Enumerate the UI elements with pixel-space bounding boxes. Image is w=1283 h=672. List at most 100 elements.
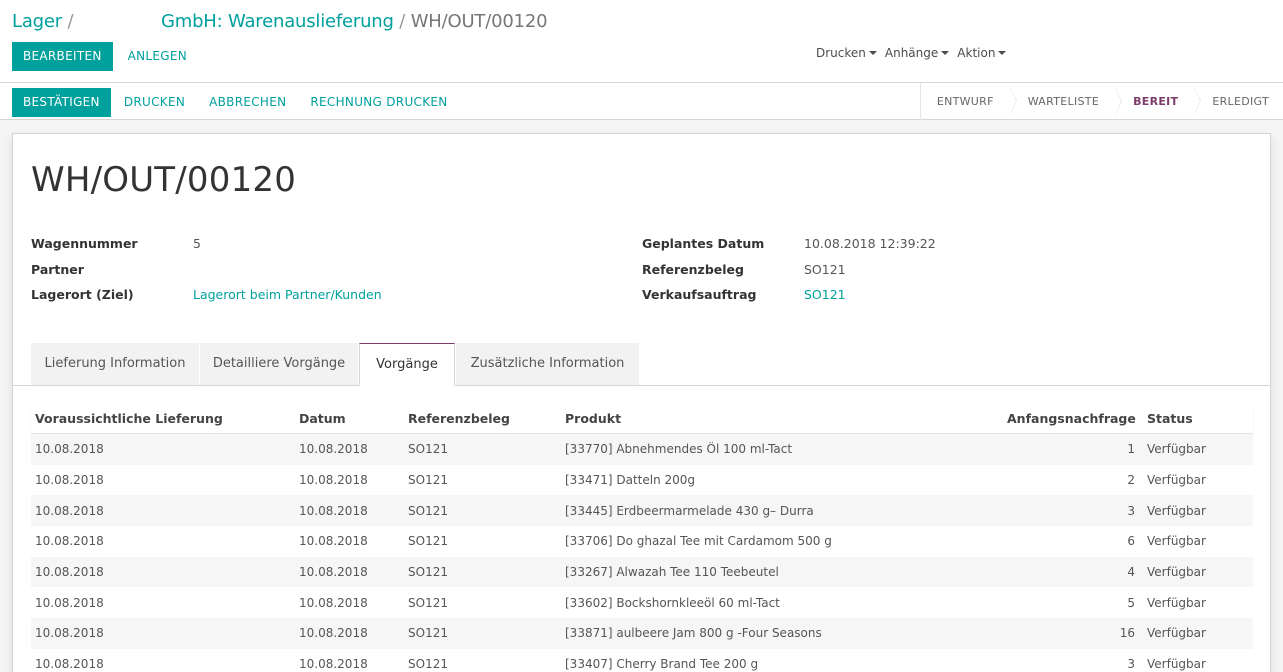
print-button[interactable]: DRUCKEN — [113, 88, 196, 117]
stage-entwurf[interactable]: ENTWURF — [921, 83, 1017, 120]
field-label: Wagennummer — [31, 236, 138, 251]
table-cell: [33706] Do ghazal Tee mit Cardamom 500 g — [565, 534, 832, 549]
status-stages: ENTWURF WARTELISTE BEREIT ERLEDIGT — [919, 83, 1283, 120]
table-cell: SO121 — [408, 565, 448, 580]
table-cell: 10.08.2018 — [35, 503, 104, 518]
field-row: Partner — [31, 262, 382, 288]
breadcrumb-current: WH/OUT/00120 — [410, 11, 548, 32]
table-row[interactable]: 10.08.2018 10.08.2018 SO121 [33407] Cherry … — [31, 649, 1253, 672]
column-header[interactable]: Produkt — [561, 411, 1007, 426]
table-cell: [33445] Erdbeermarmelade 430 g– Durra — [565, 503, 814, 518]
breadcrumb-separator: / — [399, 11, 406, 32]
edit-button[interactable]: BEARBEITEN — [12, 42, 113, 71]
table-cell: [33471] Datteln 200g — [565, 473, 696, 488]
attachments-dropdown[interactable]: Anhänge — [885, 46, 950, 60]
table-cell: 10.08.2018 — [299, 595, 368, 610]
fields-right: Geplantes Datum 10.08.2018 12:39:22 Refe… — [642, 236, 936, 313]
action-dropdown-label: Aktion — [957, 46, 996, 60]
table-cell: SO121 — [408, 503, 448, 518]
field-value-geplantes-datum: 10.08.2018 12:39:22 — [804, 236, 936, 251]
tab-zusaetzliche-information[interactable]: Zusätzliche Information — [456, 343, 639, 385]
table-cell: Verfügbar — [1147, 657, 1206, 672]
table-cell: SO121 — [408, 534, 448, 549]
table-cell: 16 — [1119, 626, 1135, 641]
field-value-referenzbeleg: SO121 — [804, 261, 846, 277]
caret-down-icon — [941, 51, 950, 55]
table-cell: Verfügbar — [1147, 442, 1206, 457]
table-cell: SO121 — [408, 626, 448, 641]
table-cell: [33267] Alwazah Tee 110 Teebeutel — [565, 565, 779, 580]
field-label: Geplantes Datum — [642, 236, 765, 251]
column-header[interactable]: Anfangsnachfrage — [1007, 411, 1143, 426]
fields-left: Wagennummer 5 Partner Lagerort (Ziel) La… — [31, 236, 382, 313]
table-header: Voraussichtliche Lieferung Datum Referen… — [31, 404, 1253, 434]
table-cell: 4 — [1127, 565, 1135, 580]
table-row[interactable]: 10.08.2018 10.08.2018 SO121 [33602] Bocksho… — [31, 587, 1253, 618]
create-button[interactable]: ANLEGEN — [117, 42, 198, 71]
table-cell: 1 — [1127, 442, 1135, 457]
moves-table: Voraussichtliche Lieferung Datum Referen… — [31, 404, 1253, 672]
table-cell: 5 — [1127, 595, 1135, 610]
table-row[interactable]: 10.08.2018 10.08.2018 SO121 [33471] Datteln… — [31, 465, 1253, 496]
print-dropdown[interactable]: Drucken — [816, 46, 877, 60]
stage-erledigt[interactable]: ERLEDIGT — [1192, 83, 1283, 120]
stage-bereit[interactable]: BEREIT — [1113, 83, 1202, 120]
table-cell: SO121 — [408, 473, 448, 488]
table-row[interactable]: 10.08.2018 10.08.2018 SO121 [33267] Alwazah… — [31, 556, 1253, 588]
control-panel: Lager / GmbH: Warenauslieferung / WH/OUT… — [0, 0, 1283, 83]
caret-down-icon — [868, 51, 877, 55]
table-cell: 6 — [1127, 534, 1135, 549]
column-header[interactable]: Voraussichtliche Lieferung — [31, 411, 295, 426]
table-cell: Verfügbar — [1147, 595, 1206, 610]
tab-vorgaenge[interactable]: Vorgänge — [359, 343, 455, 386]
breadcrumb: Lager / GmbH: Warenauslieferung / WH/OUT… — [12, 11, 548, 32]
table-cell: Verfügbar — [1147, 503, 1206, 518]
breadcrumb-lager[interactable]: Lager — [12, 11, 62, 32]
table-cell: SO121 — [408, 595, 448, 610]
breadcrumb-warenauslieferung[interactable]: GmbH: Warenauslieferung / WH/OUT/00120 — [161, 11, 548, 32]
field-row: Lagerort (Ziel) Lagerort beim Partner/Ku… — [31, 287, 382, 313]
column-header[interactable]: Datum — [295, 411, 404, 426]
field-row: Verkaufsauftrag SO121 — [642, 287, 936, 313]
breadcrumb-warenauslieferung-label[interactable]: GmbH: Warenauslieferung — [161, 11, 394, 32]
statusbar: BESTÄTIGEN DRUCKEN ABBRECHEN RECHNUNG DR… — [0, 83, 1283, 120]
table-cell: 10.08.2018 — [299, 503, 368, 518]
print-invoice-button[interactable]: RECHNUNG DRUCKEN — [299, 88, 458, 117]
breadcrumb-separator: / — [67, 11, 74, 32]
cancel-button[interactable]: ABBRECHEN — [198, 88, 297, 117]
field-value-verkaufsauftrag[interactable]: SO121 — [804, 287, 846, 313]
table-cell: 10.08.2018 — [35, 534, 104, 549]
field-label: Verkaufsauftrag — [642, 287, 757, 302]
table-body: 10.08.2018 10.08.2018 SO121 [33770] Abnehme… — [31, 434, 1253, 672]
action-dropdown[interactable]: Aktion — [957, 46, 1007, 60]
field-row: Geplantes Datum 10.08.2018 12:39:22 — [642, 236, 936, 262]
table-cell: [33871] aulbeere Jam 800 g -Four Seasons — [565, 626, 822, 641]
table-cell: 10.08.2018 — [299, 534, 368, 549]
field-value-lagerort[interactable]: Lagerort beim Partner/Kunden — [193, 287, 382, 313]
caret-down-icon — [998, 51, 1007, 55]
column-header[interactable]: Referenzbeleg — [404, 411, 561, 426]
form-sheet: WH/OUT/00120 Wagennummer 5 Partner Lager… — [12, 133, 1271, 672]
field-label: Lagerort (Ziel) — [31, 287, 134, 302]
confirm-button[interactable]: BESTÄTIGEN — [12, 88, 111, 117]
notebook-tabs: Lieferung Information Detailliere Vorgän… — [13, 343, 1270, 386]
print-dropdown-label: Drucken — [816, 46, 866, 60]
table-row[interactable]: 10.08.2018 10.08.2018 SO121 [33770] Abnehme… — [31, 434, 1253, 465]
field-row: Wagennummer 5 — [31, 236, 382, 262]
table-row[interactable]: 10.08.2018 10.08.2018 SO121 [33445] Erdbeer… — [31, 495, 1253, 527]
stage-warteliste[interactable]: WARTELISTE — [1008, 83, 1123, 120]
table-cell: 10.08.2018 — [299, 657, 368, 672]
table-cell: 10.08.2018 — [35, 657, 104, 672]
table-row[interactable]: 10.08.2018 10.08.2018 SO121 [33871] aulbeer… — [31, 618, 1253, 649]
table-cell: 2 — [1127, 473, 1135, 488]
table-cell: [33407] Cherry Brand Tee 200 g — [565, 657, 759, 672]
table-cell: 10.08.2018 — [35, 473, 104, 488]
tab-lieferung-information[interactable]: Lieferung Information — [31, 343, 199, 385]
table-cell: Verfügbar — [1147, 565, 1206, 580]
tab-detailliere-vorgaenge[interactable]: Detailliere Vorgänge — [200, 343, 358, 385]
table-row[interactable]: 10.08.2018 10.08.2018 SO121 [33706] Do ghaz… — [31, 526, 1253, 557]
field-value-wagennummer: 5 — [193, 236, 201, 251]
field-row: Referenzbeleg SO121 — [642, 262, 936, 288]
table-cell: 10.08.2018 — [299, 473, 368, 488]
column-header[interactable]: Status — [1143, 411, 1253, 426]
